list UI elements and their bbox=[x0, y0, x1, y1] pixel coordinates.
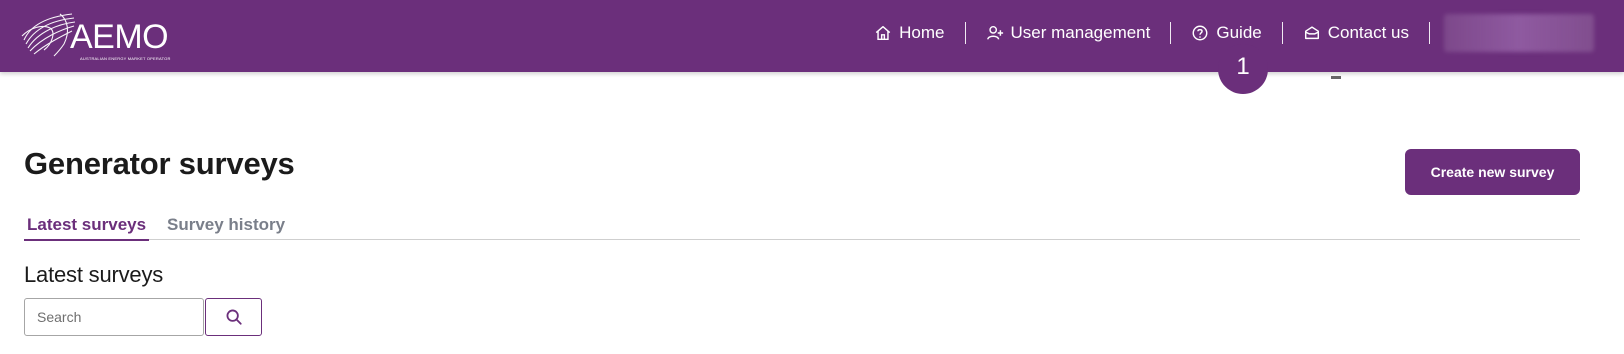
nav-divider bbox=[1429, 22, 1430, 44]
nav-user-management[interactable]: User management bbox=[966, 22, 1171, 44]
step-number-badge: 1 bbox=[1218, 44, 1268, 94]
page-title: Generator surveys bbox=[24, 146, 295, 181]
main-nav: Home User management Guide Contact us bbox=[854, 14, 1594, 52]
user-account-menu[interactable] bbox=[1444, 14, 1594, 52]
nav-guide-label: Guide bbox=[1216, 23, 1262, 42]
tab-latest-surveys[interactable]: Latest surveys bbox=[24, 215, 150, 241]
nav-divider bbox=[964, 22, 966, 44]
nav-home[interactable]: Home bbox=[854, 22, 964, 44]
tab-survey-history[interactable]: Survey history bbox=[164, 215, 288, 239]
inbox-icon bbox=[1304, 26, 1319, 40]
survey-tabs: Latest surveys Survey history bbox=[24, 212, 1580, 241]
home-icon bbox=[875, 25, 891, 41]
brand-name: AEMO bbox=[70, 18, 169, 56]
section-title: Latest surveys bbox=[24, 262, 164, 287]
search-button[interactable] bbox=[205, 298, 262, 336]
top-header: AEMO AUSTRALIAN ENERGY MARKET OPERATOR H… bbox=[0, 0, 1624, 72]
nav-user-management-label: User management bbox=[1010, 23, 1151, 42]
nav-home-label: Home bbox=[899, 23, 945, 42]
user-add-icon bbox=[986, 25, 1003, 40]
create-new-survey-button[interactable]: Create new survey bbox=[1405, 149, 1580, 195]
aemo-logo[interactable]: AEMO AUSTRALIAN ENERGY MARKET OPERATOR bbox=[20, 10, 171, 61]
search-input[interactable] bbox=[24, 298, 204, 336]
nav-divider bbox=[1170, 22, 1172, 44]
nav-contact-us-label: Contact us bbox=[1327, 23, 1409, 42]
search-icon bbox=[226, 309, 242, 325]
nav-divider bbox=[1281, 22, 1283, 44]
brand-subtitle: AUSTRALIAN ENERGY MARKET OPERATOR bbox=[80, 56, 171, 61]
page: AEMO AUSTRALIAN ENERGY MARKET OPERATOR H… bbox=[0, 0, 1624, 354]
nav-guide[interactable]: Guide bbox=[1171, 22, 1281, 44]
help-circle-icon bbox=[1192, 25, 1208, 41]
nav-contact-us[interactable]: Contact us bbox=[1283, 22, 1429, 44]
divider-mark bbox=[1331, 76, 1341, 79]
